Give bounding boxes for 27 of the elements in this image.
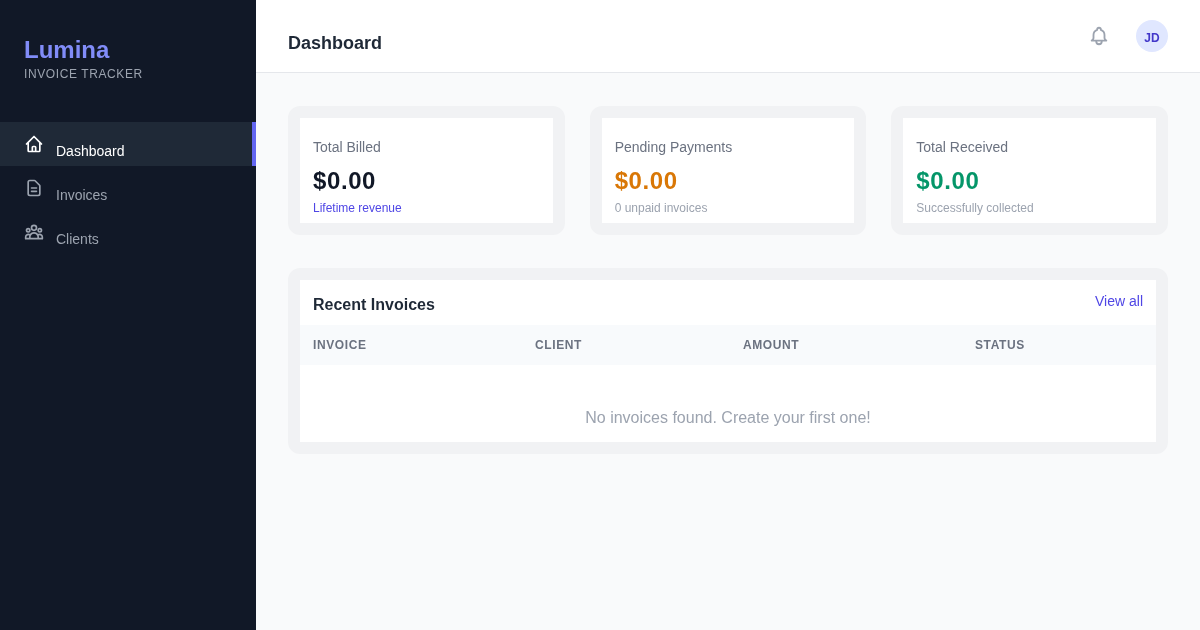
nav-item[interactable]: Invoices (0, 166, 256, 210)
column-header: STATUS (975, 337, 1026, 353)
notification-bell-icon[interactable] (1088, 25, 1110, 47)
nav-item[interactable]: Dashboard (0, 122, 256, 166)
page-title: Dashboard (288, 32, 383, 55)
people-icon (24, 222, 44, 242)
stat-value: $0.00 (614, 166, 679, 196)
home-icon (24, 134, 44, 154)
column-header: AMOUNT (743, 337, 801, 353)
app-logo: Lumina (24, 35, 111, 65)
empty-state-message: No invoices found. Create your first one! (585, 408, 871, 428)
stat-label: Total Billed (313, 138, 382, 157)
user-avatar[interactable]: JD (1136, 20, 1168, 52)
stat-label: Pending Payments (614, 138, 734, 157)
stat-label: Total Received (916, 138, 1010, 157)
column-header: INVOICE (313, 337, 368, 353)
column-header: CLIENT (535, 337, 583, 353)
nav-item[interactable]: Clients (0, 210, 256, 254)
app-subtitle: INVOICE TRACKER (24, 66, 144, 82)
panel-title: Recent Invoices (313, 295, 435, 315)
stat-note: Lifetime revenue (313, 200, 403, 216)
stat-value: $0.00 (313, 166, 378, 196)
view-all-link[interactable]: View all (1095, 291, 1143, 311)
stat-note: 0 unpaid invoices (614, 200, 709, 216)
stat-value: $0.00 (916, 166, 981, 196)
document-icon (24, 178, 44, 198)
stat-note: Successfully collected (916, 200, 1035, 216)
